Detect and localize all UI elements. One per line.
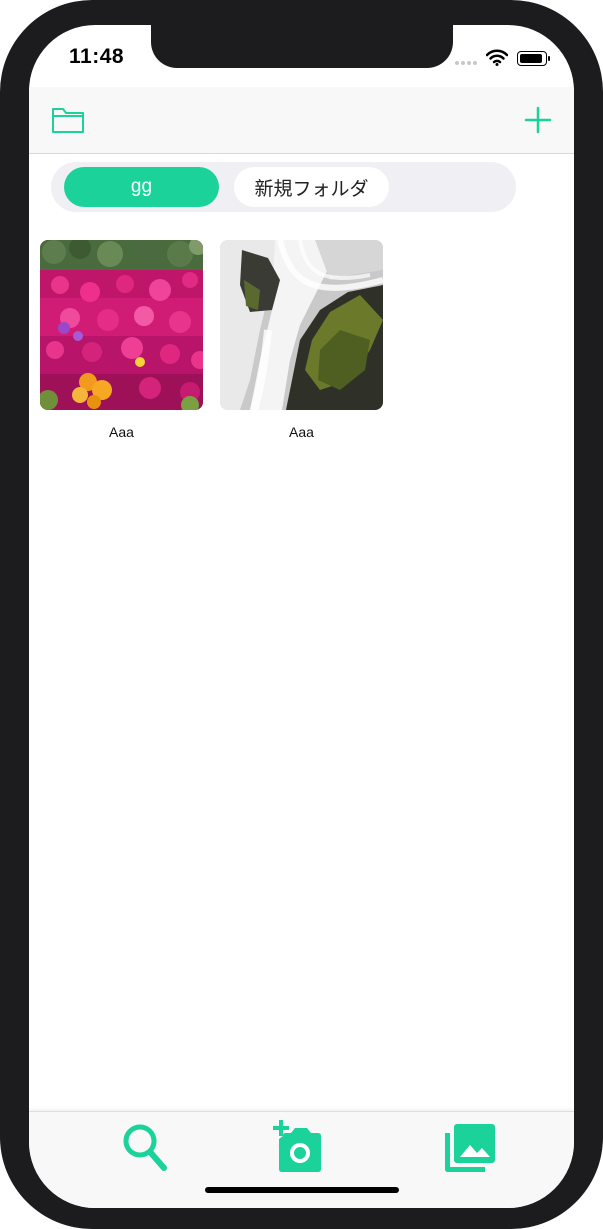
signal-dots-icon [455,61,477,65]
flowers-image [40,240,203,410]
home-indicator [205,1187,399,1193]
photo-library-icon[interactable] [443,1121,497,1173]
search-icon[interactable] [120,1121,168,1173]
photo-caption: Aaa [109,424,134,440]
navigation-bar [29,87,574,154]
folder-tab-new-folder[interactable]: 新規フォルダ [234,167,389,207]
notch [151,25,453,68]
photo-caption: Aaa [289,424,314,440]
battery-icon [517,51,550,66]
device-frame: 11:48 gg 新規フォルダ Aaa Aaa [0,0,603,1229]
screen: 11:48 gg 新規フォルダ Aaa Aaa [29,25,574,1208]
plus-icon[interactable] [523,105,553,135]
wifi-icon [486,49,508,66]
folder-segment-control: gg 新規フォルダ [51,162,516,212]
waterfall-image [220,240,383,410]
folder-icon[interactable] [51,105,85,135]
folder-tab-gg[interactable]: gg [64,167,219,207]
photo-thumbnail[interactable] [40,240,203,410]
status-time: 11:48 [69,45,125,68]
add-photo-camera-icon[interactable] [271,1119,323,1173]
photo-thumbnail[interactable] [220,240,383,410]
